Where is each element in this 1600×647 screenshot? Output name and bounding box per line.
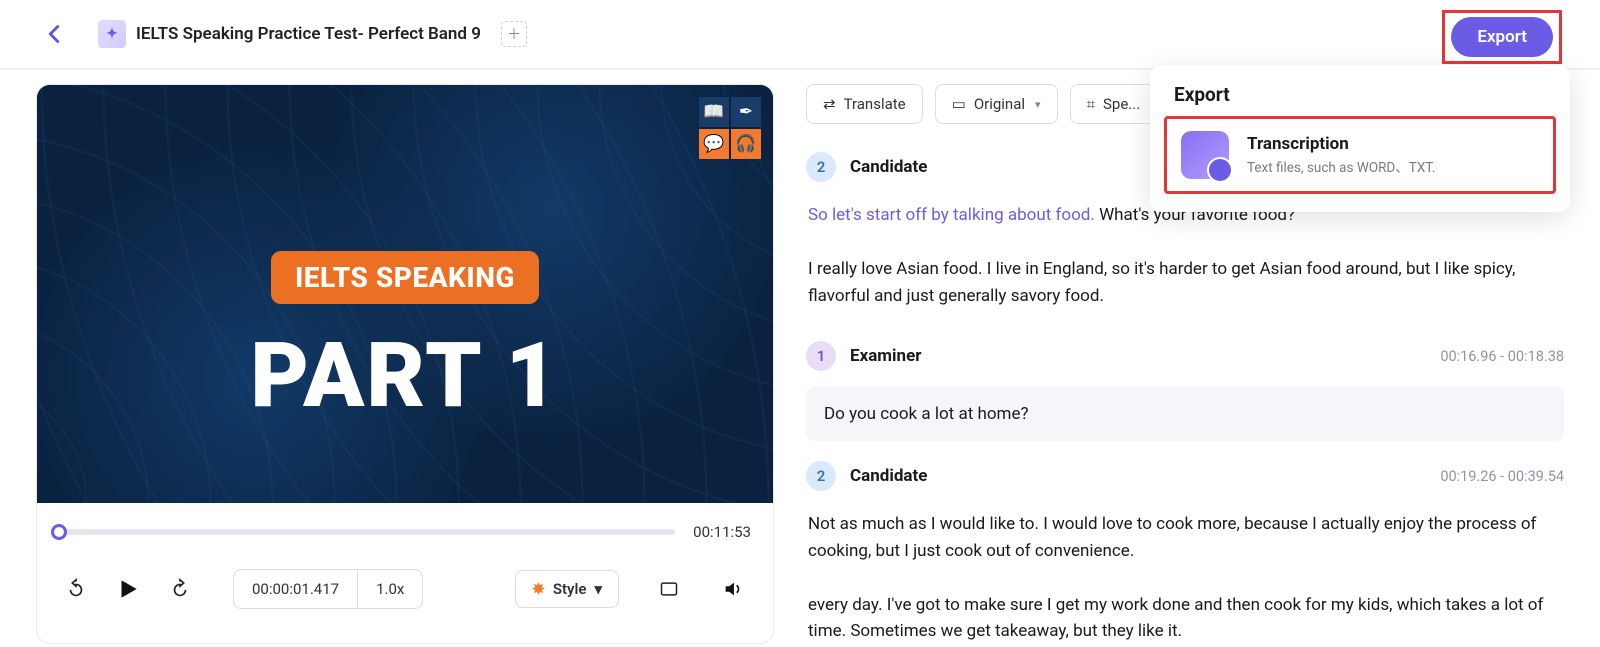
headphones-icon: 🎧 <box>731 129 761 159</box>
volume-button[interactable] <box>719 575 747 603</box>
forward-button[interactable] <box>167 576 193 602</box>
play-button[interactable] <box>115 576 141 602</box>
utterance[interactable]: Not as much as I would like to. I would … <box>806 507 1564 576</box>
time-field[interactable]: 00:00:01.417 <box>234 570 358 608</box>
timestamp: 00:16.96 - 00:18.38 <box>1440 348 1564 365</box>
video-overlay-icons: 📖 ✒ 💬 🎧 <box>699 97 761 159</box>
video-badge: IELTS SPEAKING <box>271 251 539 304</box>
speaker-scan-icon: ⌗ <box>1087 95 1095 113</box>
layout-icon: ▭ <box>952 95 966 113</box>
export-option-desc: Text files, such as WORD、TXT. <box>1247 156 1435 176</box>
speaker-name: Examiner <box>850 346 921 366</box>
book-icon: 📖 <box>699 97 729 127</box>
export-highlight: Export <box>1442 10 1562 64</box>
style-label: Style <box>553 580 587 598</box>
utterance[interactable]: every day. I've got to make sure I get m… <box>806 588 1564 647</box>
speaker-name: Candidate <box>850 157 927 177</box>
feather-icon: ✒ <box>731 97 761 127</box>
style-button[interactable]: ✸ Style ▾ <box>515 570 619 608</box>
speaker-label: Spe... <box>1103 95 1140 113</box>
chevron-down-icon: ▾ <box>594 580 602 598</box>
rewind-button[interactable] <box>63 576 89 602</box>
original-dropdown[interactable]: ▭ Original ▾ <box>935 84 1058 124</box>
video-frame[interactable]: 📖 ✒ 💬 🎧 IELTS SPEAKING PART 1 <box>37 85 773 503</box>
speaker-badge: 2 <box>806 152 836 182</box>
speaker-name: Candidate <box>850 466 927 486</box>
time-speed-group: 00:00:01.417 1.0x <box>233 569 423 609</box>
export-panel: Export Transcription Text files, such as… <box>1150 65 1570 212</box>
duration-label: 00:11:53 <box>693 523 751 541</box>
topbar: ✦ IELTS Speaking Practice Test- Perfect … <box>0 0 1600 70</box>
export-option-title: Transcription <box>1247 134 1435 154</box>
export-option-transcription[interactable]: Transcription Text files, such as WORD、T… <box>1164 116 1556 194</box>
page-title: IELTS Speaking Practice Test- Perfect Ba… <box>136 24 481 44</box>
video-part-text: PART 1 <box>250 323 559 428</box>
translate-icon: ⇄ <box>823 95 836 113</box>
speaker-badge: 2 <box>806 461 836 491</box>
add-tab-button[interactable]: ＋ <box>501 21 527 47</box>
speaker-badge: 1 <box>806 341 836 371</box>
style-star-icon: ✸ <box>532 580 545 598</box>
video-pane: 📖 ✒ 💬 🎧 IELTS SPEAKING PART 1 00:11:53 <box>0 70 788 647</box>
video-controls: 00:11:53 00:00:01.417 1.0x <box>37 503 773 609</box>
export-panel-title: Export <box>1150 65 1570 116</box>
translate-button[interactable]: ⇄ Translate <box>806 84 923 124</box>
export-button[interactable]: Export <box>1451 17 1553 57</box>
speaker-row[interactable]: 1 Examiner 00:16.96 - 00:18.38 <box>806 333 1564 379</box>
progress-thumb[interactable] <box>51 524 67 540</box>
original-label: Original <box>974 95 1025 113</box>
transcript-list: 2 Candidate So let's start off by talkin… <box>806 144 1564 647</box>
speed-field[interactable]: 1.0x <box>358 570 422 608</box>
speaker-button[interactable]: ⌗ Spe... <box>1070 84 1158 124</box>
video-card: 📖 ✒ 💬 🎧 IELTS SPEAKING PART 1 00:11:53 <box>36 84 774 644</box>
chevron-down-icon: ▾ <box>1035 98 1041 111</box>
progress-bar[interactable] <box>59 529 675 535</box>
utterance[interactable]: Do you cook a lot at home? <box>806 387 1564 441</box>
timestamp: 00:19.26 - 00:39.54 <box>1440 468 1564 485</box>
utterance[interactable]: I really love Asian food. I live in Engl… <box>806 252 1564 321</box>
transcription-icon <box>1181 131 1229 179</box>
chat-icon: 💬 <box>699 129 729 159</box>
file-icon: ✦ <box>98 20 126 48</box>
fullscreen-button[interactable] <box>655 575 683 603</box>
back-button[interactable] <box>38 18 70 50</box>
speaker-row[interactable]: 2 Candidate 00:19.26 - 00:39.54 <box>806 453 1564 499</box>
highlighted-text: So let's start off by talking about food… <box>808 205 1095 225</box>
translate-label: Translate <box>844 95 906 113</box>
